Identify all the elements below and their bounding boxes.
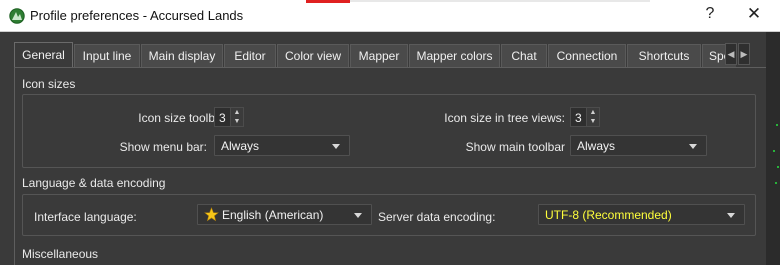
title-bar: Profile preferences - Accursed Lands ? ✕ (0, 0, 780, 32)
tab-general[interactable]: General (14, 42, 73, 68)
background-window-sliver (306, 0, 350, 3)
icon-size-toolbars-value: 3 (219, 111, 226, 125)
background-pixel (776, 124, 778, 126)
tab-connection[interactable]: Connection (548, 44, 626, 68)
server-encoding-value: UTF-8 (Recommended) (545, 208, 672, 222)
app-icon (9, 8, 25, 24)
interface-language-value: English (American) (222, 208, 324, 222)
show-main-toolbar-value: Always (577, 139, 616, 153)
chevron-down-icon (727, 213, 735, 218)
tab-mapper-colors[interactable]: Mapper colors (409, 44, 500, 68)
background-pixel (775, 182, 777, 184)
icon-sizes-title: Icon sizes (22, 77, 76, 91)
show-main-toolbar-combo[interactable]: Always (570, 135, 707, 156)
icon-size-toolbars-spinbox[interactable]: 3 ▲ ▼ (214, 107, 244, 127)
icon-size-toolbars-label: Icon size toolbars: (138, 111, 235, 125)
spin-arrows-icon[interactable]: ▲ ▼ (230, 108, 243, 126)
tab-bar: General Input line Main display Editor C… (14, 42, 736, 68)
help-button[interactable]: ? (700, 5, 720, 23)
language-encoding-title: Language & data encoding (22, 176, 166, 190)
chevron-down-icon (332, 144, 340, 149)
tab-mapper[interactable]: Mapper (350, 44, 408, 68)
background-app-edge (766, 32, 780, 265)
tab-color-view[interactable]: Color view (277, 44, 349, 68)
tab-main-display[interactable]: Main display (141, 44, 223, 68)
tab-scroll-left-button[interactable]: ◀ (725, 43, 737, 65)
background-pixel (773, 150, 775, 152)
icon-size-tree-label: Icon size in tree views: (444, 111, 565, 125)
star-icon (204, 207, 219, 222)
preferences-dialog: General Input line Main display Editor C… (0, 32, 766, 265)
tab-input-line[interactable]: Input line (74, 44, 140, 68)
show-menu-bar-value: Always (221, 139, 260, 153)
server-encoding-label: Server data encoding: (378, 210, 496, 224)
show-menu-bar-label: Show menu bar: (119, 140, 207, 154)
icon-size-tree-spinbox[interactable]: 3 ▲ ▼ (570, 107, 600, 127)
tab-scroll-right-button[interactable]: ▶ (738, 43, 750, 65)
miscellaneous-title: Miscellaneous (22, 247, 99, 261)
tab-editor[interactable]: Editor (224, 44, 276, 68)
server-encoding-combo[interactable]: UTF-8 (Recommended) (538, 204, 745, 225)
show-menu-bar-combo[interactable]: Always (214, 135, 350, 156)
close-button[interactable]: ✕ (742, 4, 766, 24)
background-window-edge (350, 0, 650, 2)
spin-arrows-icon[interactable]: ▲ ▼ (586, 108, 599, 126)
tab-shortcuts[interactable]: Shortcuts (627, 44, 701, 68)
chevron-down-icon (689, 144, 697, 149)
interface-language-combo[interactable]: English (American) (197, 204, 372, 225)
tab-chat[interactable]: Chat (501, 44, 547, 68)
window-title: Profile preferences - Accursed Lands (30, 8, 244, 23)
background-pixel (777, 166, 779, 168)
icon-sizes-group (22, 94, 756, 168)
interface-language-label: Interface language: (34, 210, 137, 224)
icon-size-tree-value: 3 (575, 111, 582, 125)
show-main-toolbar-label: Show main toolbar (465, 140, 565, 154)
chevron-down-icon (354, 213, 362, 218)
